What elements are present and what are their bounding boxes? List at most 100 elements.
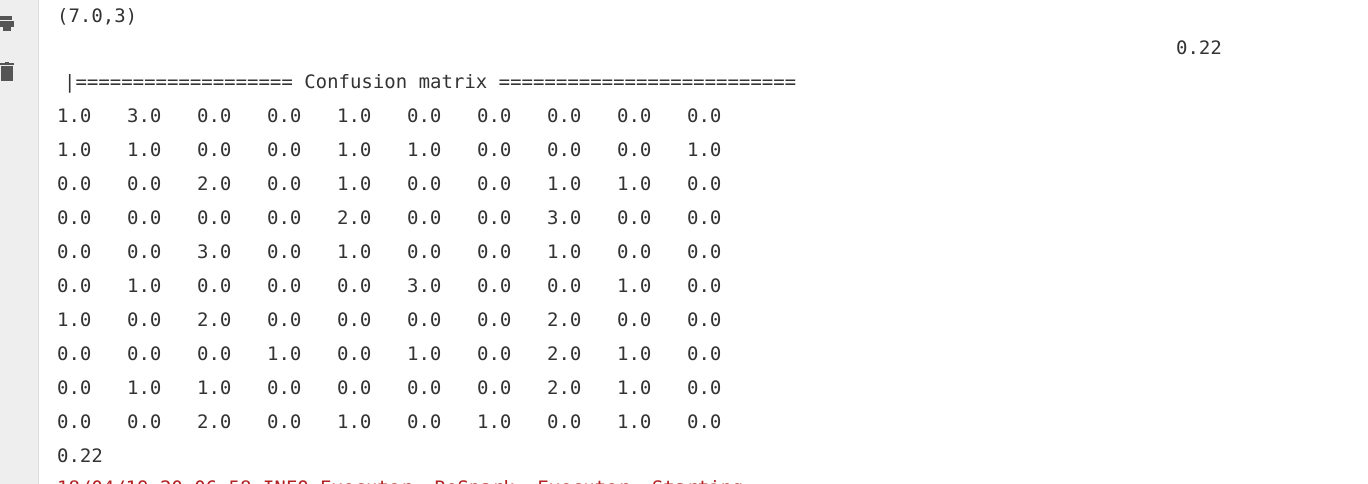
matrix-cell: 0.0 [477, 377, 512, 399]
matrix-row: 1.0 0.0 2.0 0.0 0.0 0.0 0.0 2.0 0.0 0.0 [57, 308, 757, 342]
matrix-cell: 0.0 [267, 105, 302, 127]
matrix-cell: 1.0 [617, 411, 652, 433]
matrix-cell: 0.0 [57, 343, 92, 365]
matrix-cell: 0.0 [197, 105, 232, 127]
matrix-row: 0.0 1.0 0.0 0.0 0.0 3.0 0.0 0.0 1.0 0.0 [57, 274, 757, 308]
console-gutter [0, 0, 39, 484]
matrix-cell: 0.0 [617, 241, 652, 263]
matrix-cell: 0.0 [477, 309, 512, 331]
matrix-cell: 1.0 [617, 173, 652, 195]
matrix-cell: 0.0 [57, 275, 92, 297]
matrix-row: 0.0 0.0 2.0 0.0 1.0 0.0 0.0 1.0 1.0 0.0 [57, 172, 757, 206]
matrix-cell: 0.0 [547, 275, 582, 297]
matrix-cell: 1.0 [407, 139, 442, 161]
matrix-cell: 0.0 [57, 173, 92, 195]
matrix-cell: 0.0 [547, 411, 582, 433]
matrix-cell: 0.0 [197, 207, 232, 229]
matrix-cell: 2.0 [547, 377, 582, 399]
matrix-cell: 1.0 [197, 377, 232, 399]
matrix-cell: 0.0 [57, 377, 92, 399]
matrix-cell: 0.0 [407, 207, 442, 229]
trash-icon[interactable] [0, 62, 16, 82]
matrix-cell: 0.0 [197, 275, 232, 297]
matrix-cell: 3.0 [407, 275, 442, 297]
matrix-row: 0.0 0.0 0.0 0.0 2.0 0.0 0.0 3.0 0.0 0.0 [57, 206, 757, 240]
matrix-row: 1.0 3.0 0.0 0.0 1.0 0.0 0.0 0.0 0.0 0.0 [57, 104, 757, 138]
matrix-cell: 0.0 [687, 241, 722, 263]
matrix-cell: 0.0 [407, 173, 442, 195]
matrix-cell: 0.0 [407, 377, 442, 399]
confusion-matrix-header: |=================== Confusion matrix ==… [64, 71, 797, 93]
matrix-cell: 0.0 [267, 139, 302, 161]
matrix-cell: 0.0 [407, 105, 442, 127]
matrix-cell: 0.0 [337, 275, 372, 297]
matrix-cell: 1.0 [547, 241, 582, 263]
matrix-cell: 0.0 [547, 105, 582, 127]
matrix-cell: 1.0 [267, 343, 302, 365]
matrix-cell: 0.0 [267, 207, 302, 229]
matrix-cell: 0.0 [267, 377, 302, 399]
matrix-cell: 0.0 [197, 343, 232, 365]
matrix-cell: 0.0 [267, 241, 302, 263]
matrix-cell: 0.0 [477, 173, 512, 195]
matrix-cell: 1.0 [57, 139, 92, 161]
matrix-cell: 1.0 [337, 173, 372, 195]
matrix-cell: 0.0 [337, 377, 372, 399]
matrix-cell: 0.0 [127, 207, 162, 229]
matrix-cell: 2.0 [547, 309, 582, 331]
matrix-cell: 0.0 [617, 309, 652, 331]
matrix-cell: 0.0 [687, 207, 722, 229]
matrix-cell: 2.0 [197, 411, 232, 433]
matrix-cell: 0.0 [127, 241, 162, 263]
matrix-cell: 0.0 [337, 343, 372, 365]
matrix-cell: 0.0 [477, 343, 512, 365]
matrix-cell: 0.0 [477, 207, 512, 229]
matrix-cell: 0.0 [617, 207, 652, 229]
accuracy-value-right: 0.22 [1176, 37, 1222, 59]
matrix-cell: 0.0 [267, 309, 302, 331]
matrix-cell: 0.0 [687, 343, 722, 365]
matrix-row: 0.0 0.0 0.0 1.0 0.0 1.0 0.0 2.0 1.0 0.0 [57, 342, 757, 376]
print-icon[interactable] [0, 14, 16, 34]
matrix-cell: 0.0 [477, 241, 512, 263]
matrix-cell: 0.0 [127, 309, 162, 331]
matrix-cell: 0.0 [687, 411, 722, 433]
matrix-cell: 1.0 [617, 377, 652, 399]
matrix-cell: 0.0 [687, 275, 722, 297]
matrix-row: 1.0 1.0 0.0 0.0 1.0 1.0 0.0 0.0 0.0 1.0 [57, 138, 757, 172]
matrix-cell: 0.0 [617, 105, 652, 127]
output-line: (7.0,3) [57, 5, 138, 27]
matrix-cell: 1.0 [337, 241, 372, 263]
matrix-row: 0.0 1.0 1.0 0.0 0.0 0.0 0.0 2.0 1.0 0.0 [57, 376, 757, 410]
matrix-cell: 1.0 [127, 139, 162, 161]
matrix-cell: 1.0 [127, 275, 162, 297]
confusion-matrix: 1.0 3.0 0.0 0.0 1.0 0.0 0.0 0.0 0.0 0.0 1.0 1.0 0.0 0… [57, 104, 757, 444]
matrix-row: 0.0 0.0 3.0 0.0 1.0 0.0 0.0 1.0 0.0 0.0 [57, 240, 757, 274]
matrix-cell: 2.0 [197, 173, 232, 195]
matrix-cell: 0.0 [127, 343, 162, 365]
accuracy-value: 0.22 [57, 445, 103, 467]
matrix-cell: 0.0 [687, 377, 722, 399]
matrix-cell: 1.0 [127, 377, 162, 399]
console-output: (7.0,3) 0.22 |=================== Confus… [39, 0, 1368, 484]
matrix-cell: 0.0 [477, 105, 512, 127]
matrix-cell: 0.0 [407, 309, 442, 331]
matrix-cell: 0.0 [407, 411, 442, 433]
matrix-cell: 1.0 [337, 139, 372, 161]
matrix-cell: 0.0 [57, 411, 92, 433]
matrix-cell: 0.0 [477, 139, 512, 161]
matrix-cell: 2.0 [337, 207, 372, 229]
matrix-cell: 0.0 [337, 309, 372, 331]
matrix-cell: 0.0 [127, 173, 162, 195]
matrix-cell: 1.0 [337, 411, 372, 433]
matrix-cell: 0.0 [57, 241, 92, 263]
matrix-cell: 1.0 [687, 139, 722, 161]
matrix-cell: 2.0 [197, 309, 232, 331]
matrix-cell: 1.0 [617, 343, 652, 365]
matrix-cell: 0.0 [197, 139, 232, 161]
matrix-cell: 3.0 [547, 207, 582, 229]
matrix-row: 0.0 0.0 2.0 0.0 1.0 0.0 1.0 0.0 1.0 0.0 [57, 410, 757, 444]
matrix-cell: 0.0 [407, 241, 442, 263]
matrix-cell: 1.0 [407, 343, 442, 365]
matrix-cell: 0.0 [267, 411, 302, 433]
